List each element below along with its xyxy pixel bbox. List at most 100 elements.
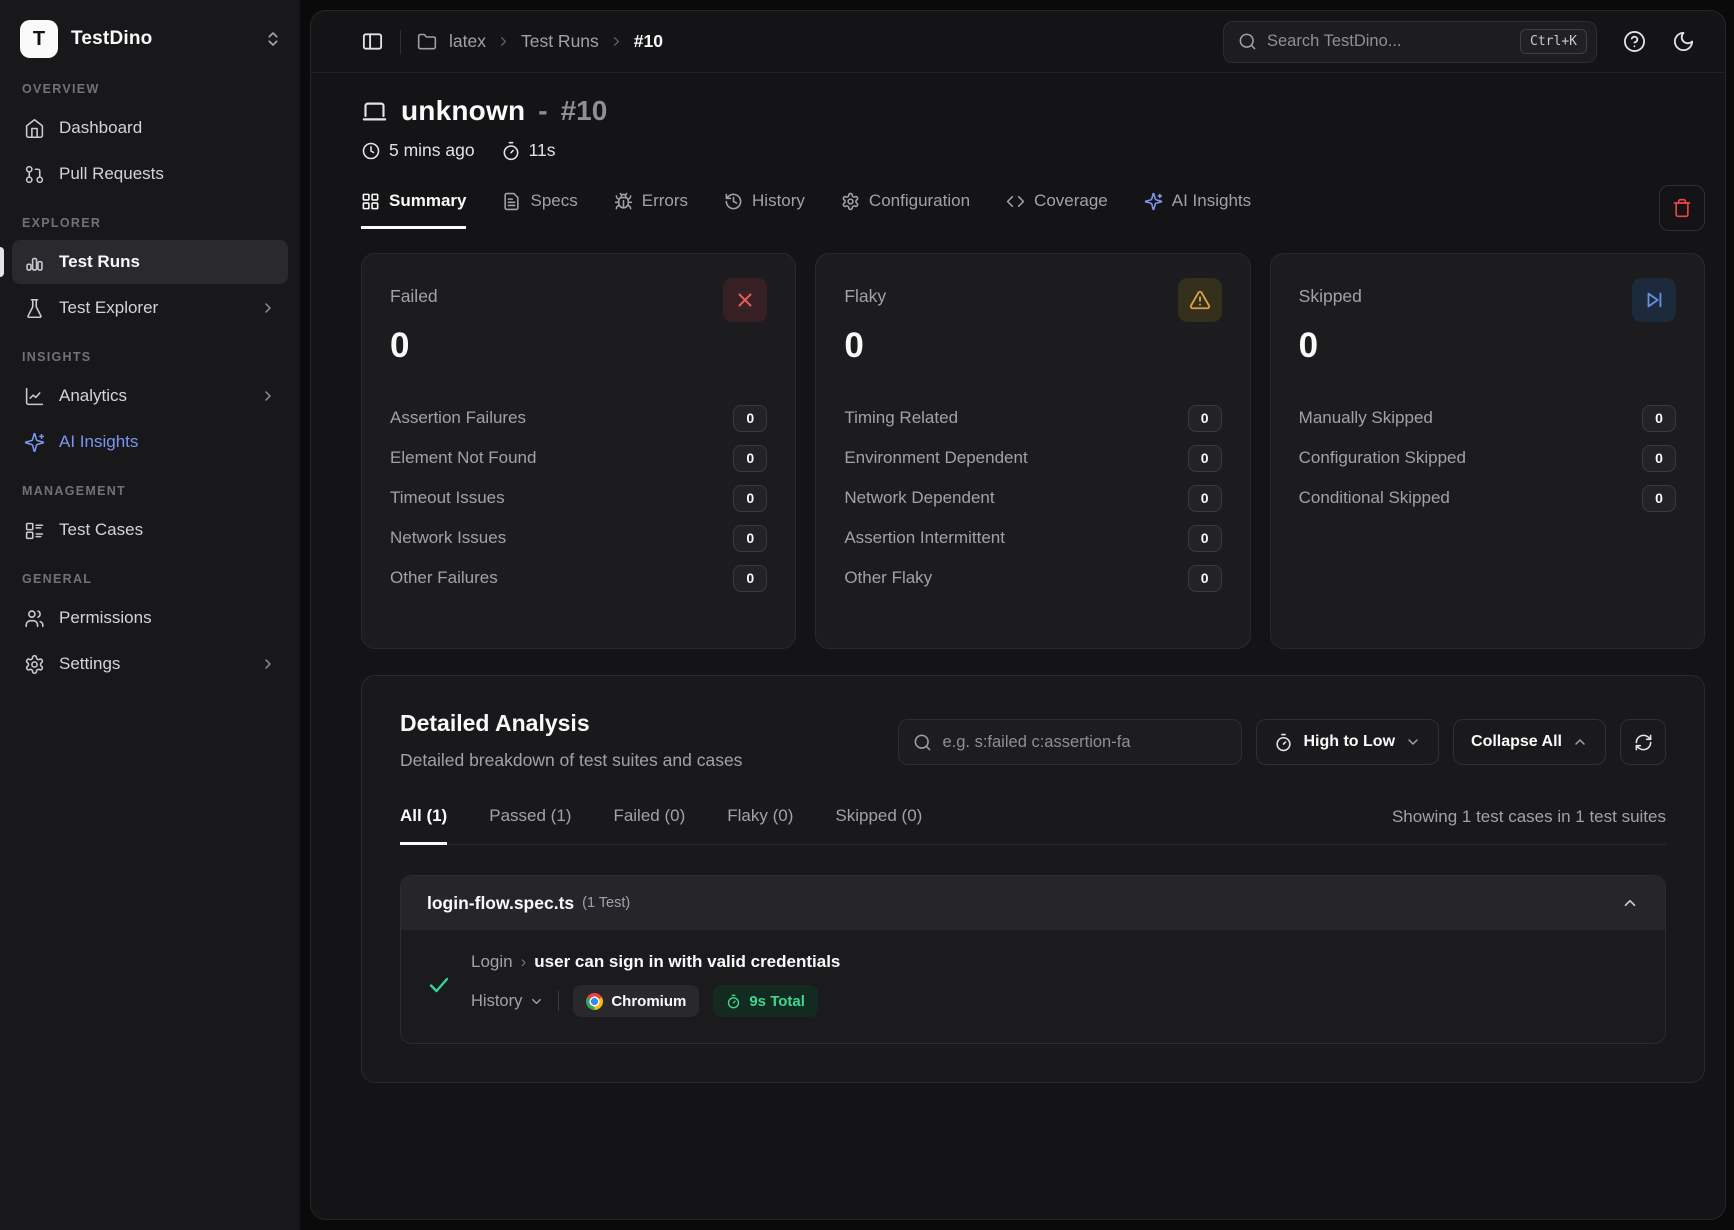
breadcrumb-project[interactable]: latex xyxy=(449,31,486,52)
sidebar-item-label: Test Cases xyxy=(59,520,143,540)
test-details: Login › user can sign in with valid cred… xyxy=(471,952,840,1017)
filter-tab-skipped[interactable]: Skipped (0) xyxy=(835,806,922,845)
stat-card-value: 0 xyxy=(390,326,767,366)
collapse-all-button[interactable]: Collapse All xyxy=(1453,719,1606,765)
git-pull-request-icon xyxy=(24,164,45,185)
stat-row-count: 0 xyxy=(1642,405,1676,432)
sidebar-item-settings[interactable]: Settings xyxy=(12,642,288,686)
detailed-analysis-section: Detailed Analysis Detailed breakdown of … xyxy=(361,675,1705,1083)
suite-name: login-flow.spec.ts xyxy=(427,893,574,914)
stat-row: Assertion Failures0 xyxy=(390,398,767,438)
tab-summary[interactable]: Summary xyxy=(361,191,466,229)
tab-coverage[interactable]: Coverage xyxy=(1006,191,1108,229)
layout-list-icon xyxy=(24,520,45,541)
stat-row-count: 0 xyxy=(1188,485,1222,512)
brand-name: TestDino xyxy=(71,28,152,50)
line-chart-icon xyxy=(24,386,45,407)
result-filter-tabs: All (1) Passed (1) Failed (0) Flaky (0) … xyxy=(400,806,1666,845)
sidebar-item-label: Test Explorer xyxy=(59,298,158,318)
stat-row-label: Manually Skipped xyxy=(1299,408,1433,428)
divider xyxy=(558,991,559,1011)
refresh-icon xyxy=(1634,733,1653,752)
duration-badge-label: 9s Total xyxy=(749,993,805,1010)
stat-row-label: Conditional Skipped xyxy=(1299,488,1450,508)
title-separator: - xyxy=(538,95,547,127)
page-title: unknown xyxy=(401,95,525,127)
test-filter-search[interactable] xyxy=(898,719,1242,765)
sidebar-item-analytics[interactable]: Analytics xyxy=(12,374,288,418)
tabs-row: Summary Specs Errors History xyxy=(361,185,1705,235)
sort-dropdown-label: High to Low xyxy=(1303,733,1395,751)
dark-mode-icon[interactable] xyxy=(1672,30,1695,53)
tab-errors[interactable]: Errors xyxy=(614,191,688,229)
suite-header[interactable]: login-flow.spec.ts (1 Test) xyxy=(401,876,1665,930)
breadcrumb-section[interactable]: Test Runs xyxy=(521,31,599,52)
stat-card-title: Skipped xyxy=(1299,286,1362,307)
grid-icon xyxy=(361,192,380,211)
stat-row-count: 0 xyxy=(1188,565,1222,592)
run-duration: 11s xyxy=(501,140,556,161)
stat-row-label: Timeout Issues xyxy=(390,488,505,508)
chevron-up-icon xyxy=(1572,734,1588,750)
section-label-general: GENERAL xyxy=(12,572,288,586)
stat-row: Assertion Intermittent0 xyxy=(844,518,1221,558)
tab-history[interactable]: History xyxy=(724,191,805,229)
sidebar-toggle-icon[interactable] xyxy=(361,30,384,53)
global-search[interactable]: Ctrl+K xyxy=(1223,21,1597,63)
sidebar: T TestDino OVERVIEW Dashboard Pull Reque… xyxy=(0,0,300,1230)
delete-run-button[interactable] xyxy=(1659,185,1705,231)
history-dropdown[interactable]: History xyxy=(471,992,544,1011)
brand-logo-letter: T xyxy=(33,28,45,51)
test-name[interactable]: user can sign in with valid credentials xyxy=(534,952,840,972)
bar-chart-icon xyxy=(24,252,45,273)
stat-row-label: Environment Dependent xyxy=(844,448,1027,468)
folder-icon xyxy=(417,32,437,52)
global-search-input[interactable] xyxy=(1267,32,1510,51)
refresh-button[interactable] xyxy=(1620,719,1666,765)
stat-row-label: Timing Related xyxy=(844,408,958,428)
sidebar-item-test-cases[interactable]: Test Cases xyxy=(12,508,288,552)
stat-row: Timing Related0 xyxy=(844,398,1221,438)
sort-dropdown[interactable]: High to Low xyxy=(1256,719,1439,765)
tab-label: Summary xyxy=(389,191,466,211)
tab-specs[interactable]: Specs xyxy=(502,191,577,229)
sidebar-item-test-runs[interactable]: Test Runs xyxy=(12,240,288,284)
stat-row-count: 0 xyxy=(1188,525,1222,552)
stat-row-count: 0 xyxy=(733,565,767,592)
test-filter-input[interactable] xyxy=(942,733,1227,752)
help-icon[interactable] xyxy=(1623,30,1646,53)
chevron-right-icon xyxy=(260,300,276,316)
sidebar-item-dashboard[interactable]: Dashboard xyxy=(12,106,288,150)
tab-ai-insights[interactable]: AI Insights xyxy=(1144,191,1251,229)
code-icon xyxy=(1006,192,1025,211)
filter-tab-passed[interactable]: Passed (1) xyxy=(489,806,571,845)
sidebar-item-test-explorer[interactable]: Test Explorer xyxy=(12,286,288,330)
chevron-right-icon xyxy=(260,656,276,672)
sidebar-item-label: Pull Requests xyxy=(59,164,164,184)
sidebar-item-pull-requests[interactable]: Pull Requests xyxy=(12,152,288,196)
filter-tab-flaky[interactable]: Flaky (0) xyxy=(727,806,793,845)
gear-icon xyxy=(841,192,860,211)
section-label-insights: INSIGHTS xyxy=(12,350,288,364)
test-group: Login xyxy=(471,952,513,972)
test-suite-card: login-flow.spec.ts (1 Test) Login › user… xyxy=(400,875,1666,1044)
tab-label: Coverage xyxy=(1034,191,1108,211)
chevron-up-icon[interactable] xyxy=(1621,894,1639,912)
filter-tab-all[interactable]: All (1) xyxy=(400,806,447,845)
workspace-switcher[interactable]: T TestDino xyxy=(12,16,288,62)
chevron-down-icon xyxy=(529,994,544,1009)
breadcrumb-separator-icon xyxy=(496,34,511,49)
filter-tab-failed[interactable]: Failed (0) xyxy=(613,806,685,845)
duration-badge: 9s Total xyxy=(713,985,818,1017)
timer-icon xyxy=(501,141,521,161)
stat-row: Network Issues0 xyxy=(390,518,767,558)
suite-test-count: (1 Test) xyxy=(582,895,630,911)
tab-configuration[interactable]: Configuration xyxy=(841,191,970,229)
brand-logo: T xyxy=(20,20,58,58)
stat-row-label: Other Flaky xyxy=(844,568,932,588)
stat-row: Environment Dependent0 xyxy=(844,438,1221,478)
collapse-all-label: Collapse All xyxy=(1471,733,1562,751)
sidebar-item-ai-insights[interactable]: AI Insights xyxy=(12,420,288,464)
stat-row-label: Configuration Skipped xyxy=(1299,448,1466,468)
sidebar-item-permissions[interactable]: Permissions xyxy=(12,596,288,640)
